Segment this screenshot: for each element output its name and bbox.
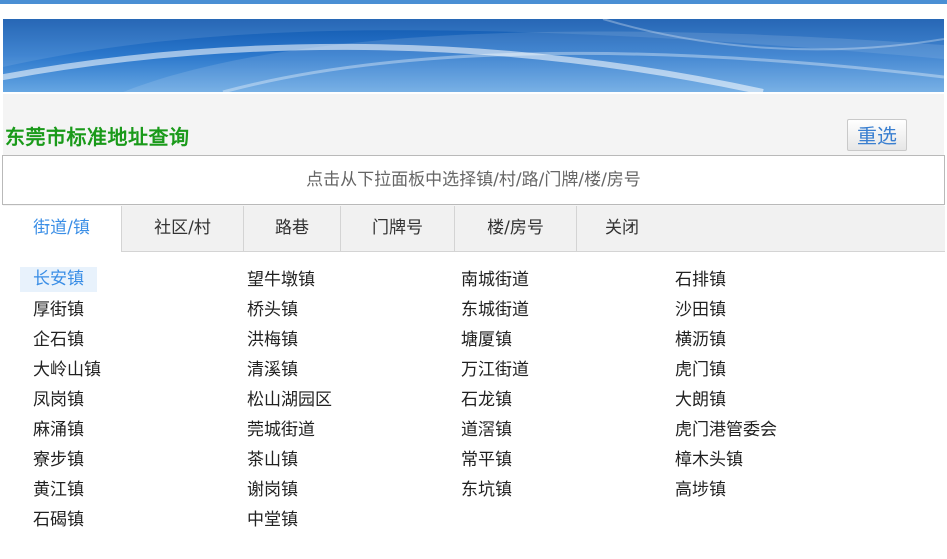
town-item[interactable]: 道滘镇 <box>448 415 512 445</box>
page-title: 东莞市标准地址查询 <box>5 125 190 149</box>
town-item[interactable]: 松山湖园区 <box>234 385 332 415</box>
town-item[interactable]: 谢岗镇 <box>234 475 298 505</box>
town-list: 长安镇 厚街镇 企石镇 大岭山镇 凤岗镇 麻涌镇 寮步镇 黄江镇 石碣镇 望牛墩… <box>20 265 920 535</box>
town-item[interactable]: 石碣镇 <box>20 505 84 535</box>
town-item[interactable]: 莞城街道 <box>234 415 315 445</box>
town-item[interactable]: 万江街道 <box>448 355 529 385</box>
town-item[interactable]: 东坑镇 <box>448 475 512 505</box>
tab-community[interactable]: 社区/村 <box>122 206 244 251</box>
tab-town[interactable]: 街道/镇 <box>2 206 122 252</box>
town-item[interactable]: 大朗镇 <box>662 385 726 415</box>
town-item[interactable]: 凤岗镇 <box>20 385 84 415</box>
empty-cell <box>448 505 662 535</box>
town-item[interactable]: 横沥镇 <box>662 325 726 355</box>
town-item[interactable]: 樟木头镇 <box>662 445 743 475</box>
town-item[interactable]: 石龙镇 <box>448 385 512 415</box>
town-item[interactable]: 清溪镇 <box>234 355 298 385</box>
tab-close[interactable]: 关闭 <box>577 206 667 251</box>
town-item[interactable]: 厚街镇 <box>20 295 84 325</box>
town-item[interactable]: 高埗镇 <box>662 475 726 505</box>
tab-road[interactable]: 路巷 <box>244 206 341 251</box>
town-item[interactable]: 茶山镇 <box>234 445 298 475</box>
town-item[interactable]: 常平镇 <box>448 445 512 475</box>
town-item[interactable]: 麻涌镇 <box>20 415 84 445</box>
town-item[interactable]: 企石镇 <box>20 325 84 355</box>
banner-swoosh-graphic <box>3 19 944 92</box>
town-item[interactable]: 寮步镇 <box>20 445 84 475</box>
town-item[interactable]: 桥头镇 <box>234 295 298 325</box>
address-display-field[interactable]: 点击从下拉面板中选择镇/村/路/门牌/楼/房号 <box>2 155 945 205</box>
tab-building-room[interactable]: 楼/房号 <box>455 206 577 251</box>
town-item[interactable]: 黄江镇 <box>20 475 84 505</box>
reset-button[interactable]: 重选 <box>847 119 907 151</box>
town-item[interactable]: 虎门港管委会 <box>662 415 777 445</box>
town-item[interactable]: 塘厦镇 <box>448 325 512 355</box>
town-item[interactable]: 大岭山镇 <box>20 355 101 385</box>
town-item[interactable]: 沙田镇 <box>662 295 726 325</box>
tab-bar: 街道/镇 社区/村 路巷 门牌号 楼/房号 关闭 <box>2 206 945 252</box>
town-item[interactable]: 石排镇 <box>662 265 726 295</box>
town-item[interactable]: 中堂镇 <box>234 505 298 535</box>
town-item[interactable]: 东城街道 <box>448 295 529 325</box>
top-border <box>0 0 947 4</box>
town-item[interactable]: 望牛墩镇 <box>234 265 315 295</box>
town-item[interactable]: 虎门镇 <box>662 355 726 385</box>
tab-house-number[interactable]: 门牌号 <box>341 206 455 251</box>
header-banner <box>3 19 944 92</box>
town-item[interactable]: 长安镇 <box>20 267 97 292</box>
town-item[interactable]: 洪梅镇 <box>234 325 298 355</box>
town-item[interactable]: 南城街道 <box>448 265 529 295</box>
